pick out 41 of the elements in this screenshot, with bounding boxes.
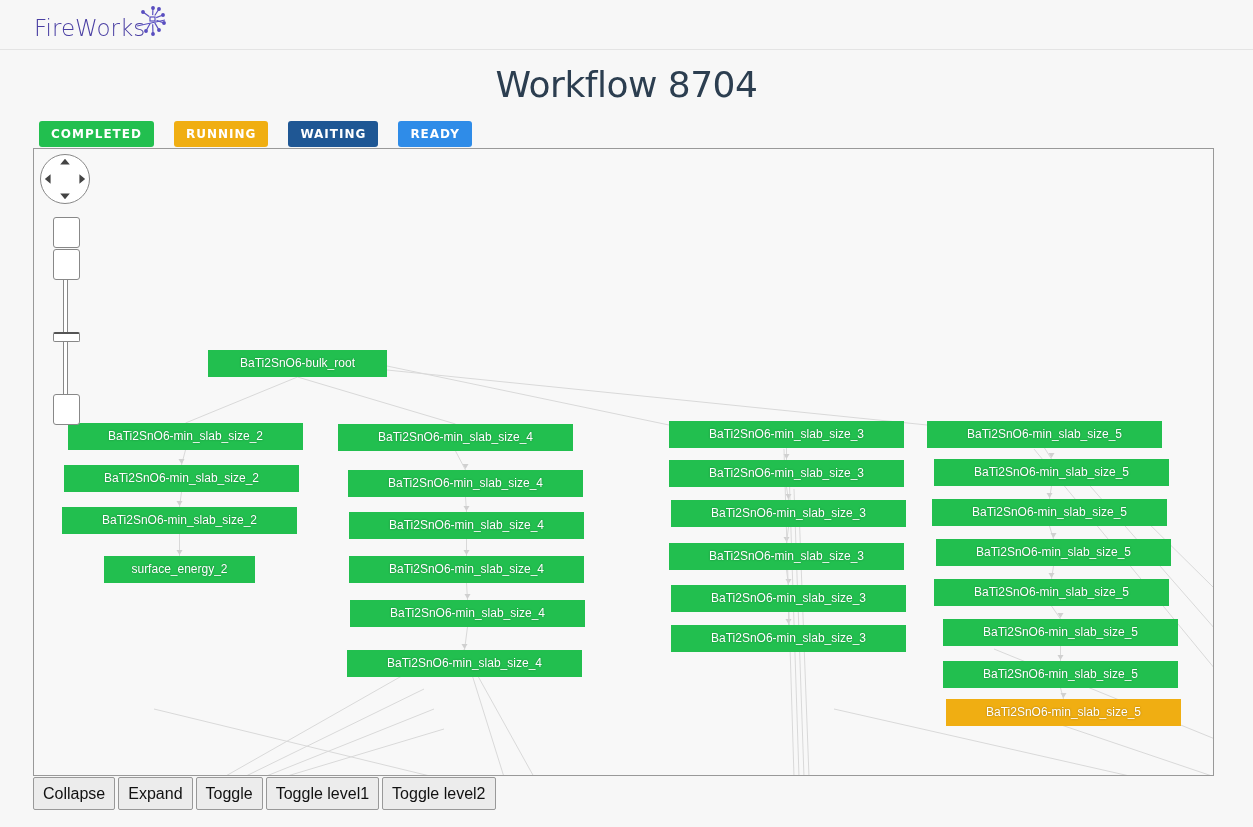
workflow-node[interactable]: BaTi2SnO6-bulk_root: [208, 350, 387, 377]
status-badge: COMPLETED: [39, 121, 154, 147]
toolbar-button[interactable]: Toggle: [195, 777, 263, 810]
toolbar-button[interactable]: Expand: [118, 777, 193, 810]
workflow-node[interactable]: BaTi2SnO6-min_slab_size_4: [350, 600, 585, 627]
status-badge: WAITING: [288, 121, 379, 147]
pan-control[interactable]: [40, 154, 90, 204]
workflow-node[interactable]: BaTi2SnO6-min_slab_size_5: [936, 539, 1171, 566]
workflow-title: Workflow 8704: [495, 64, 758, 105]
workflow-node[interactable]: BaTi2SnO6-min_slab_size_3: [669, 543, 904, 570]
workflow-node[interactable]: BaTi2SnO6-min_slab_size_2: [62, 507, 297, 534]
workflow-node[interactable]: BaTi2SnO6-min_slab_size_2: [64, 465, 299, 492]
workflow-node[interactable]: BaTi2SnO6-min_slab_size_5: [943, 619, 1178, 646]
status-badge: READY: [398, 121, 472, 147]
status-badge: RUNNING: [173, 121, 269, 147]
workflow-node[interactable]: BaTi2SnO6-min_slab_size_3: [671, 585, 906, 612]
toolbar-button[interactable]: Toggle level1: [265, 777, 380, 810]
workflow-node[interactable]: BaTi2SnO6-min_slab_size_4: [338, 424, 573, 451]
workflow-node[interactable]: BaTi2SnO6-min_slab_size_5: [934, 459, 1169, 486]
workflow-node[interactable]: BaTi2SnO6-min_slab_size_3: [671, 500, 906, 527]
workflow-node[interactable]: BaTi2SnO6-min_slab_size_5: [927, 421, 1162, 448]
workflow-node[interactable]: BaTi2SnO6-min_slab_size_5: [943, 661, 1178, 688]
workflow-node[interactable]: BaTi2SnO6-min_slab_size_4: [349, 556, 584, 583]
toolbar-button[interactable]: Toggle level2: [382, 777, 496, 810]
workflow-node[interactable]: BaTi2SnO6-min_slab_size_3: [669, 460, 904, 487]
workflow-node[interactable]: BaTi2SnO6-min_slab_size_2: [68, 423, 303, 450]
workflow-node[interactable]: BaTi2SnO6-min_slab_size_5: [934, 579, 1169, 606]
workflow-node[interactable]: BaTi2SnO6-min_slab_size_3: [669, 421, 904, 448]
logo-text: FireWorks: [34, 17, 146, 40]
workflow-node[interactable]: BaTi2SnO6-min_slab_size_5: [946, 699, 1181, 726]
workflow-node[interactable]: surface_energy_2: [104, 556, 255, 583]
workflow-node[interactable]: BaTi2SnO6-min_slab_size_4: [347, 650, 582, 677]
workflow-node[interactable]: BaTi2SnO6-min_slab_size_3: [671, 625, 906, 652]
zoom-out-button[interactable]: [53, 249, 80, 280]
workflow-node[interactable]: BaTi2SnO6-min_slab_size_5: [932, 499, 1167, 526]
zoom-in-button[interactable]: [53, 217, 80, 248]
toolbar-button[interactable]: Collapse: [33, 777, 116, 810]
workflow-node[interactable]: BaTi2SnO6-min_slab_size_4: [348, 470, 583, 497]
workflow-node[interactable]: BaTi2SnO6-min_slab_size_4: [349, 512, 584, 539]
slider-thumb[interactable]: [53, 332, 80, 342]
zoom-reset-button[interactable]: [53, 394, 80, 425]
